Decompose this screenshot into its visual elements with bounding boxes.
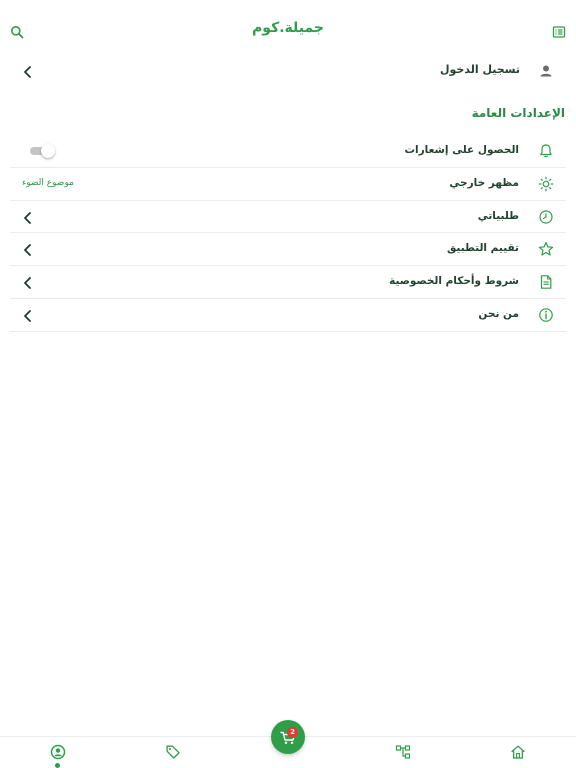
list-icon[interactable] [552, 24, 566, 38]
chevron-left-icon [22, 64, 34, 78]
document-icon [538, 274, 554, 290]
setting-row-about-us[interactable]: من نحن [10, 299, 566, 332]
setting-row-rate-app[interactable]: تقييم التطبيق [10, 233, 566, 267]
account-icon[interactable] [50, 744, 66, 760]
sun-icon [538, 176, 554, 192]
cart-button[interactable]: 2 [271, 720, 305, 754]
setting-label: تقييم التطبيق [446, 242, 519, 255]
login-row[interactable]: تسجيل الدخول [10, 55, 566, 87]
notifications-toggle[interactable] [30, 144, 56, 158]
home-icon[interactable] [510, 744, 526, 760]
chevron-left-icon [22, 308, 34, 322]
info-icon [538, 307, 554, 323]
setting-row-notifications: الحصول على إشعارات [10, 135, 566, 168]
chevron-left-icon [22, 210, 34, 224]
setting-row-my-orders[interactable]: طلبياتي [10, 201, 566, 234]
star-icon [538, 241, 554, 257]
app-logo: جميلة.كوم [252, 20, 324, 36]
chevron-left-icon [22, 275, 34, 290]
chevron-left-icon [22, 242, 34, 257]
bell-icon [538, 143, 554, 159]
appearance-value[interactable]: موضوع الضوء [22, 178, 74, 188]
top-bar: جميلة.كوم [0, 0, 576, 62]
tag-icon[interactable] [165, 744, 181, 760]
categories-icon[interactable] [395, 744, 411, 760]
setting-label: شروط وأحكام الخصوصية [389, 275, 519, 288]
setting-row-privacy-terms[interactable]: شروط وأحكام الخصوصية [10, 266, 566, 299]
setting-label: طلبياتي [477, 209, 519, 222]
clock-icon [538, 209, 554, 225]
setting-label: مظهر خارجي [449, 176, 519, 189]
active-indicator [55, 763, 60, 768]
login-label: تسجيل الدخول [439, 63, 520, 76]
setting-label: من نحن [478, 307, 519, 320]
setting-label: الحصول على إشعارات [404, 144, 519, 156]
setting-row-appearance[interactable]: موضوع الضوء مظهر خارجي [10, 168, 566, 201]
cart-badge: 2 [287, 727, 298, 738]
toggle-knob [41, 144, 55, 158]
settings-list: الحصول على إشعارات موضوع الضوء مظهر خارج… [10, 135, 566, 332]
user-icon [538, 63, 554, 79]
general-settings-title: الإعدادات العامة [471, 106, 565, 120]
